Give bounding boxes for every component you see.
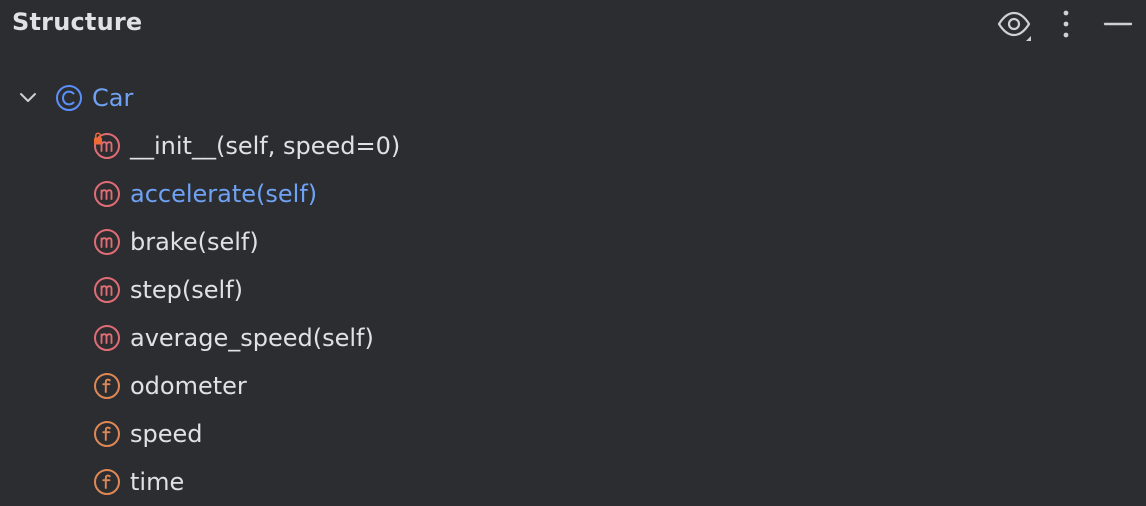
minimize-icon [1103, 22, 1133, 26]
tree-node-label: Car [92, 84, 134, 112]
class-icon [56, 85, 82, 111]
tree-node-method[interactable]: accelerate(self) [0, 170, 1146, 218]
tree-node-field[interactable]: time [0, 458, 1146, 506]
more-options-button[interactable] [1048, 6, 1084, 42]
tree-node-label: step(self) [130, 276, 244, 304]
tree-node-label: speed [130, 420, 203, 448]
tree-node-label: __init__(self, speed=0) [130, 132, 401, 160]
tree-node-label: odometer [130, 372, 247, 400]
tree-node-label: brake(self) [130, 228, 259, 256]
more-vertical-icon [1063, 10, 1069, 38]
tree-node-class[interactable]: Car [0, 74, 1146, 122]
tree-node-method[interactable]: step(self) [0, 266, 1146, 314]
tree-node-method[interactable]: __init__(self, speed=0) [0, 122, 1146, 170]
panel-header: Structure [0, 0, 1146, 50]
field-icon [94, 469, 120, 495]
tree-node-method[interactable]: average_speed(self) [0, 314, 1146, 362]
view-options-button[interactable] [996, 6, 1032, 42]
tree-node-method[interactable]: brake(self) [0, 218, 1146, 266]
method-icon [94, 277, 120, 303]
structure-tree: Car __init__(self, speed=0) accelerate(s… [0, 74, 1146, 506]
method-icon [94, 229, 120, 255]
field-icon [94, 373, 120, 399]
panel-title: Structure [12, 8, 143, 36]
method-icon [94, 132, 120, 159]
field-icon [94, 421, 120, 447]
lock-icon [94, 132, 102, 145]
eye-icon [997, 11, 1031, 41]
tree-node-label: average_speed(self) [130, 324, 374, 352]
tree-node-label: time [130, 468, 185, 496]
tree-node-label: accelerate(self) [130, 180, 318, 208]
hide-panel-button[interactable] [1100, 6, 1136, 42]
tree-node-field[interactable]: speed [0, 410, 1146, 458]
method-icon [94, 325, 120, 351]
chevron-down-icon[interactable] [16, 86, 40, 110]
method-icon [94, 181, 120, 207]
tree-node-field[interactable]: odometer [0, 362, 1146, 410]
